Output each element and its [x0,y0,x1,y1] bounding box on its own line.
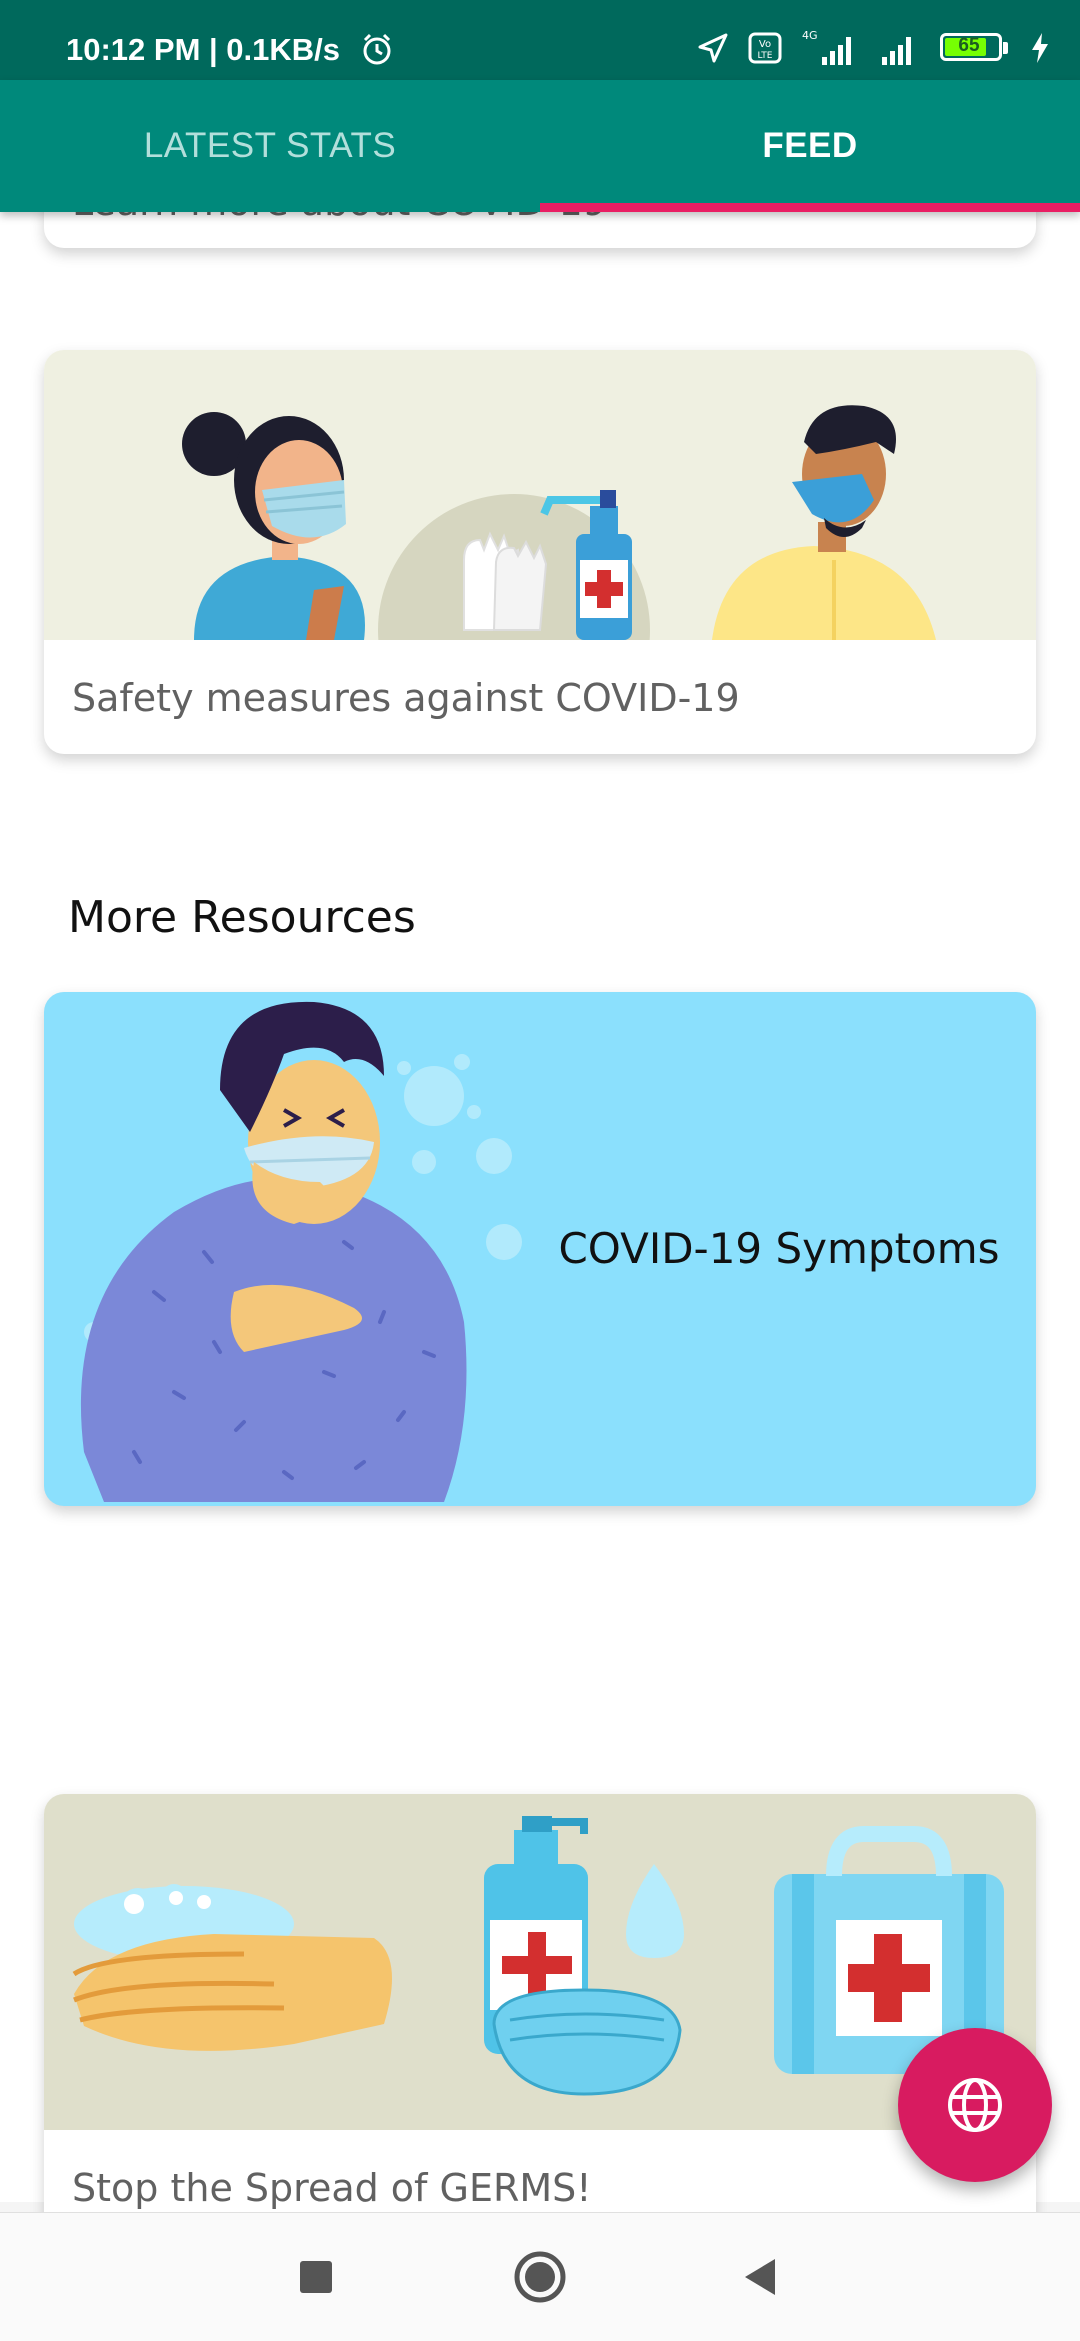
status-icons: Vo LTE 4G 65 [696,28,1050,68]
resource-card-germs[interactable]: Stop the Spread of GERMS! [44,1794,1036,2212]
globe-icon [948,2078,1002,2132]
feed-card-learn-more[interactable]: Learn more about COVID-19 [44,212,1036,248]
location-icon [698,33,728,63]
tab-feed[interactable]: FEED [540,80,1080,212]
system-nav-bar [0,2212,1080,2341]
card-caption: Learn more about COVID-19 [72,212,607,224]
card-caption: COVID-19 Symptoms [558,1224,1000,1273]
status-bar: 10:12 PM | 0.1KB/s Vo LTE 4G 65 [0,0,1080,80]
germs-illustration [44,1794,1036,2130]
square-icon [300,2261,332,2293]
svg-text:LTE: LTE [758,51,773,61]
more-resources-section: More Resources COVID-19 Symptoms Stop th… [0,842,1080,2212]
circle-icon [514,2251,566,2303]
feed-scroll-area[interactable]: Learn more about COVID-19 [0,212,1080,2212]
svg-text:4G: 4G [802,29,818,42]
symptoms-illustration [80,1001,522,1502]
card-caption: Safety measures against COVID-19 [72,676,740,720]
alarm-icon [363,33,391,65]
resource-card-symptoms[interactable]: COVID-19 Symptoms [44,992,1036,1506]
tab-bar: LATEST STATS FEED [0,80,1080,212]
card-caption: Stop the Spread of GERMS! [72,2166,592,2210]
globe-fab-button[interactable] [898,2028,1052,2182]
feed-card-safety-measures[interactable]: Safety measures against COVID-19 [44,350,1036,754]
tab-latest-stats[interactable]: LATEST STATS [0,80,540,212]
back-button[interactable] [700,2213,820,2341]
charging-icon [1032,33,1048,63]
back-triangle-icon [745,2259,775,2295]
battery-level: 65 [958,35,980,56]
safety-illustration [44,350,1036,640]
volte-icon: Vo LTE [748,32,782,64]
svg-text:Vo: Vo [759,39,771,50]
battery-icon: 65 [940,31,1012,65]
tab-indicator [540,203,1080,212]
signal-4g-icon: 4G [802,29,851,65]
home-button[interactable] [480,2213,600,2341]
signal-icon [882,37,911,65]
section-title: More Resources [68,892,416,943]
recents-button[interactable] [256,2213,376,2341]
